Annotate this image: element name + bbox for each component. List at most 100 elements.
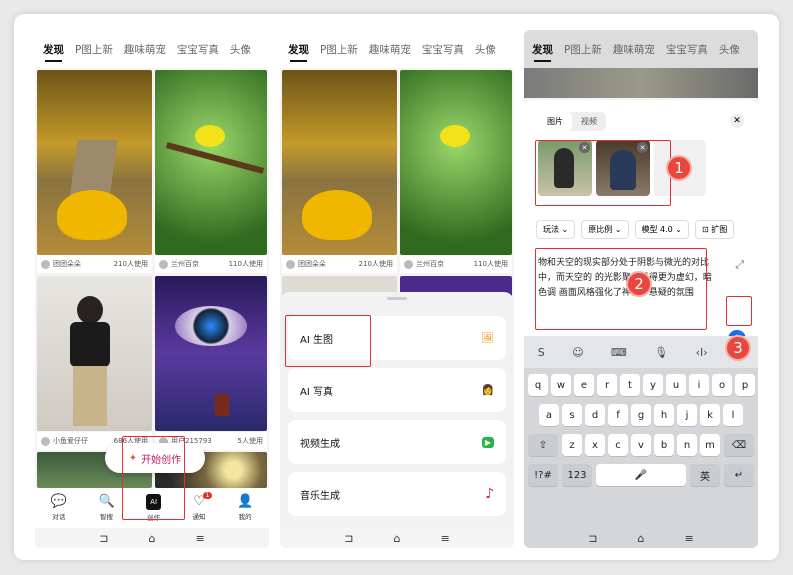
key-e[interactable]: e <box>574 374 594 396</box>
back-icon[interactable]: ⊐ <box>99 532 108 545</box>
keyboard-icon[interactable]: ⌨ <box>611 346 627 359</box>
key-y[interactable]: y <box>643 374 663 396</box>
key-z[interactable]: z <box>562 434 582 456</box>
step-2-marker: 2 <box>626 271 652 297</box>
home-icon[interactable]: ⌂ <box>638 532 645 545</box>
emoji-icon[interactable]: ☺ <box>572 346 583 359</box>
key-n[interactable]: n <box>677 434 697 456</box>
tab-p-new[interactable]: P图上新 <box>564 42 602 57</box>
feed-image-bird[interactable] <box>400 70 512 255</box>
menu-icon[interactable]: ≡ <box>440 532 449 545</box>
tab-p-new[interactable]: P图上新 <box>75 42 113 57</box>
tab-avatar[interactable]: 头像 <box>475 42 496 57</box>
feed-user[interactable]: 团团朵朵 <box>298 259 326 269</box>
key-q[interactable]: q <box>528 374 548 396</box>
key-w[interactable]: w <box>551 374 571 396</box>
key-s[interactable]: s <box>562 404 582 426</box>
symbol-key[interactable]: !?# <box>528 464 558 486</box>
key-g[interactable]: g <box>631 404 651 426</box>
tab-baby[interactable]: 宝宝写真 <box>422 42 464 57</box>
tab-baby[interactable]: 宝宝写真 <box>666 42 708 57</box>
tab-pets[interactable]: 趣味萌宠 <box>369 42 411 57</box>
nav-search[interactable]: 🔍 智搜 <box>98 495 114 522</box>
highlight-prompt <box>535 248 707 330</box>
feed-image-woman[interactable] <box>37 276 152 431</box>
step-1-marker: 1 <box>666 155 692 181</box>
sheet-music-gen[interactable]: 音乐生成 ♪ <box>288 472 506 516</box>
play-icon: ▶ <box>481 436 494 448</box>
delete-key[interactable]: ⌫ <box>724 434 754 456</box>
key-p[interactable]: p <box>735 374 755 396</box>
number-key[interactable]: 123 <box>562 464 592 486</box>
key-a[interactable]: a <box>539 404 559 426</box>
tab-p-new[interactable]: P图上新 <box>320 42 358 57</box>
tab-baby[interactable]: 宝宝写真 <box>177 42 219 57</box>
expand-icon[interactable]: ⤢ <box>735 258 744 272</box>
key-c[interactable]: c <box>608 434 628 456</box>
home-icon[interactable]: ⌂ <box>149 532 156 545</box>
tab-image[interactable]: 图片 <box>538 112 572 131</box>
key-u[interactable]: u <box>666 374 686 396</box>
chip-ratio[interactable]: 原比例 ⌄ <box>581 220 629 239</box>
feed-user[interactable]: 兰州百京 <box>171 259 199 269</box>
chip-label: 扩图 <box>711 225 728 234</box>
tab-discover[interactable]: 发现 <box>288 42 309 62</box>
tab-discover[interactable]: 发现 <box>532 42 553 62</box>
feed-uses: 110人使用 <box>473 260 508 268</box>
close-icon[interactable]: ✕ <box>730 114 744 128</box>
shift-key[interactable]: ⇧ <box>528 434 558 456</box>
key-k[interactable]: k <box>700 404 720 426</box>
feed-image-heart-leaves[interactable] <box>282 70 397 255</box>
key-l[interactable]: l <box>723 404 743 426</box>
nav-notify[interactable]: ♡ 通知 1 <box>193 492 213 521</box>
key-j[interactable]: j <box>677 404 697 426</box>
sheet-ai-portrait[interactable]: AI 写真 👩 <box>288 368 506 412</box>
language-key[interactable]: 英 <box>690 464 720 486</box>
feed-uses: 210人使用 <box>113 260 148 268</box>
system-nav-bar: ⊐ ⌂ ≡ <box>524 528 758 548</box>
menu-icon[interactable]: ≡ <box>684 532 693 545</box>
space-key[interactable]: 🎤 <box>596 464 686 486</box>
key-r[interactable]: r <box>597 374 617 396</box>
cursor-move-icon[interactable]: ‹I› <box>696 346 708 359</box>
feed-user[interactable]: 兰州百京 <box>416 259 444 269</box>
enter-key[interactable]: ↵ <box>724 464 754 486</box>
key-x[interactable]: x <box>585 434 605 456</box>
back-icon[interactable]: ⊐ <box>588 532 597 545</box>
menu-icon[interactable]: ≡ <box>195 532 204 545</box>
key-v[interactable]: v <box>631 434 651 456</box>
tab-video[interactable]: 视频 <box>572 112 606 131</box>
feed-user[interactable]: 小鱼爱仔仔 <box>53 436 88 446</box>
tab-avatar[interactable]: 头像 <box>719 42 740 57</box>
heart-leaves-shape <box>302 190 372 240</box>
chip-model[interactable]: 模型 4.0 ⌄ <box>634 220 690 239</box>
tab-pets[interactable]: 趣味萌宠 <box>613 42 655 57</box>
key-i[interactable]: i <box>689 374 709 396</box>
feed-user[interactable]: 团团朵朵 <box>53 259 81 269</box>
key-d[interactable]: d <box>585 404 605 426</box>
nav-chat[interactable]: 💬 对话 <box>51 495 67 522</box>
nav-profile[interactable]: 👤 我的 <box>237 495 253 522</box>
mic-icon[interactable]: 🎙 <box>654 346 668 359</box>
sheet-handle[interactable] <box>387 297 407 300</box>
tab-avatar[interactable]: 头像 <box>230 42 251 57</box>
key-m[interactable]: m <box>700 434 720 456</box>
key-t[interactable]: t <box>620 374 640 396</box>
tab-pets[interactable]: 趣味萌宠 <box>124 42 166 57</box>
sheet-video-gen[interactable]: 视频生成 ▶ <box>288 420 506 464</box>
nav-label: 我的 <box>238 513 252 521</box>
tab-discover[interactable]: 发现 <box>43 42 64 62</box>
key-b[interactable]: b <box>654 434 674 456</box>
key-h[interactable]: h <box>654 404 674 426</box>
chip-expand[interactable]: ⊡ 扩图 <box>695 220 735 239</box>
highlight-ai-image <box>285 315 371 367</box>
key-f[interactable]: f <box>608 404 628 426</box>
chip-play[interactable]: 玩法 ⌄ <box>536 220 576 239</box>
key-o[interactable]: o <box>712 374 732 396</box>
sogou-icon[interactable]: S <box>538 346 545 359</box>
feed-image-eye[interactable] <box>155 276 267 431</box>
home-icon[interactable]: ⌂ <box>394 532 401 545</box>
feed-image-heart-leaves[interactable] <box>37 70 152 255</box>
feed-image-bird[interactable] <box>155 70 267 255</box>
back-icon[interactable]: ⊐ <box>344 532 353 545</box>
